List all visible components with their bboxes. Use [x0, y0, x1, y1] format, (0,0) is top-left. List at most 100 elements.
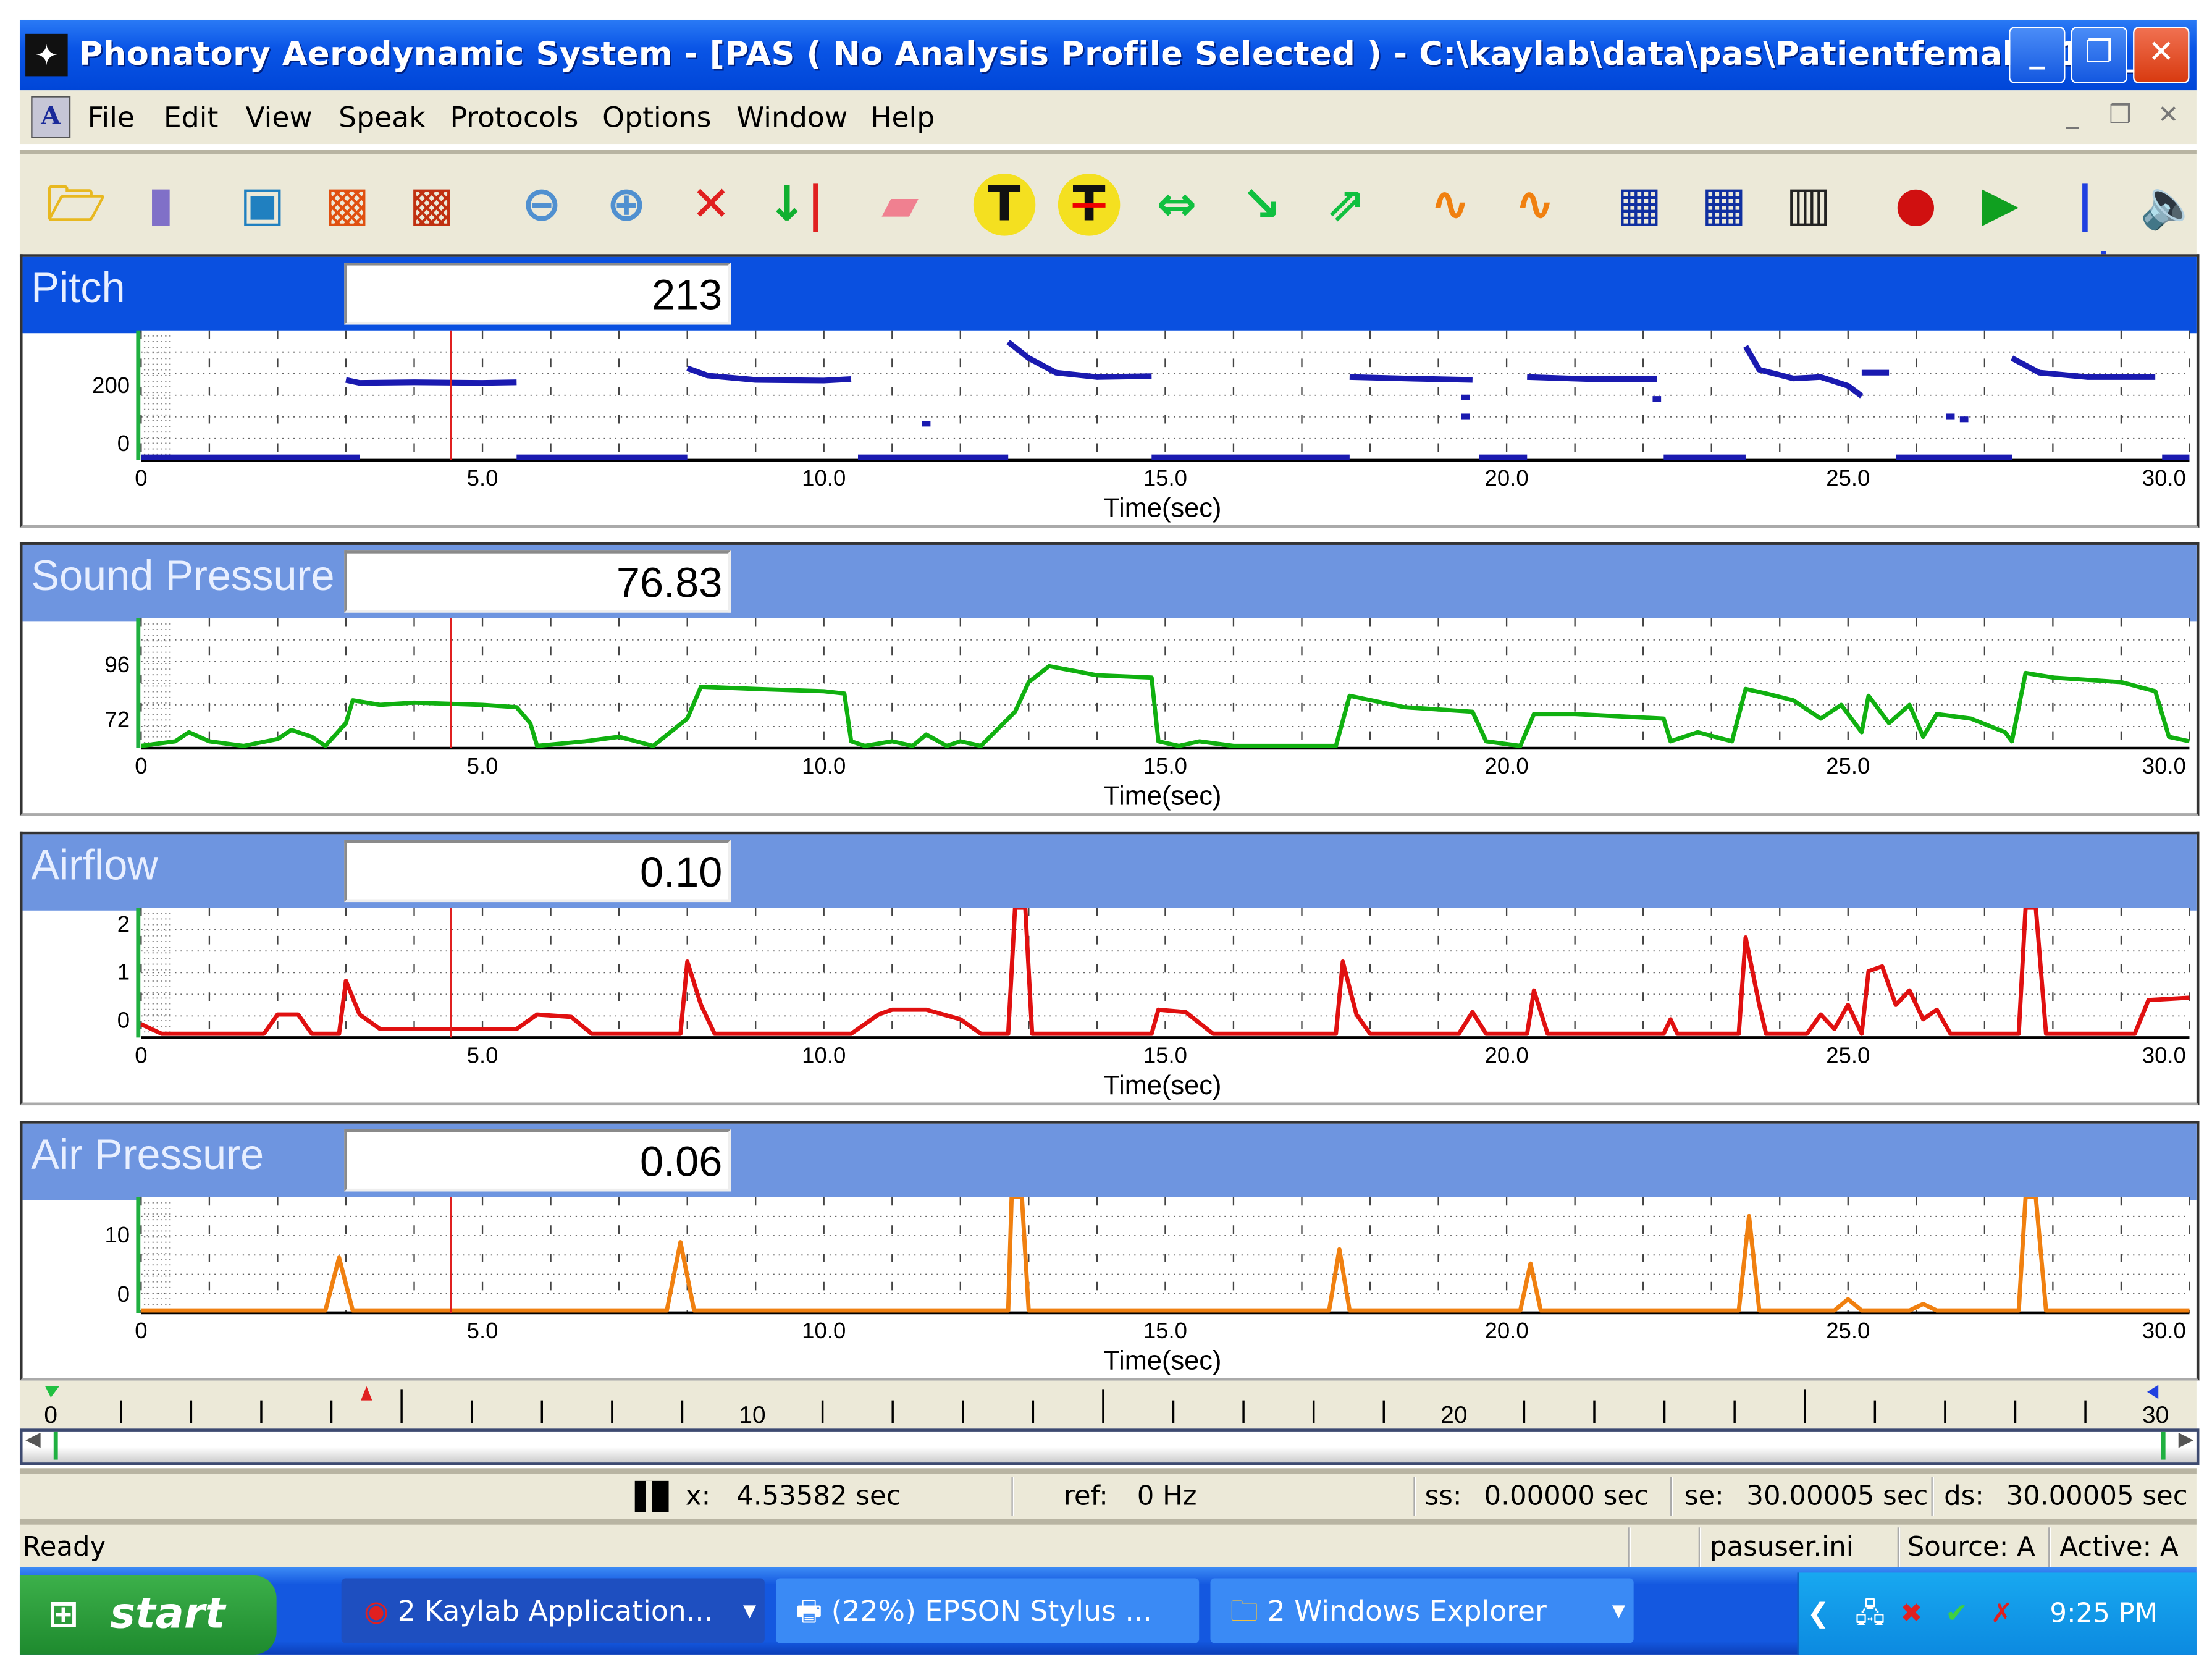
data-point	[1461, 413, 1470, 420]
x-tick-label: 25.0	[1826, 465, 1870, 491]
minimize-button[interactable]: _	[2009, 27, 2066, 83]
doc-minimize-button[interactable]: _	[2051, 96, 2094, 135]
air-pressure-value-field[interactable]: 0.06	[344, 1129, 731, 1192]
x-tick-label: 25.0	[1826, 1043, 1870, 1068]
grid-view-icon[interactable]: ▥	[1775, 171, 1843, 238]
zoom-in-icon[interactable]: ⊕	[592, 171, 660, 238]
selection-end-handle[interactable]	[2161, 1431, 2166, 1460]
data-point	[922, 421, 931, 427]
speaker-icon[interactable]: 🔈	[2136, 171, 2204, 238]
scroll-left-icon[interactable]: ◀	[25, 1428, 41, 1451]
capture-file-icon[interactable]: ▩	[313, 171, 381, 238]
menu-options[interactable]: Options	[602, 90, 711, 144]
x-tick-label: 5.0	[467, 465, 498, 491]
y-tick-label: 200	[92, 373, 130, 398]
eraser-icon[interactable]: ▰	[866, 171, 934, 238]
start-button[interactable]: ⊞ start	[19, 1575, 277, 1655]
x-tick-label: 30.0	[2142, 1318, 2186, 1343]
start-label: start	[110, 1589, 225, 1639]
tray-expand-icon[interactable]: ❮	[1807, 1572, 1830, 1655]
data-point	[1461, 394, 1470, 400]
peak-down-icon[interactable]: ∿	[1501, 171, 1569, 238]
open-folder-icon[interactable]: 🗁	[43, 171, 111, 238]
capture-save-icon[interactable]: ▩	[398, 171, 466, 238]
update-icon[interactable]: ✔	[1945, 1572, 1967, 1655]
security-alert-icon[interactable]: ✖	[1900, 1572, 1922, 1655]
network-icon[interactable]: 🖧	[1855, 1572, 1885, 1655]
data-trace	[345, 377, 517, 386]
zoom-out-icon[interactable]: ⊖	[508, 171, 576, 238]
close-button[interactable]: ✕	[2133, 27, 2190, 83]
menu-file[interactable]: File	[88, 90, 135, 144]
x-tick-label: 10.0	[802, 1043, 846, 1068]
printer-icon: 🖶	[796, 1593, 823, 1628]
horizontal-scrollbar[interactable]: ◀ ▶	[19, 1428, 2200, 1465]
start-marker-icon	[45, 1386, 59, 1398]
task-label: 2 Windows Explorer	[1267, 1593, 1547, 1628]
taskbar-item-kaylab[interactable]: ◉ 2 Kaylab Application... ▼	[341, 1578, 765, 1643]
y-tick-label: 10	[104, 1222, 130, 1247]
taskbar-item-printer[interactable]: 🖶 (22%) EPSON Stylus ...	[776, 1578, 1200, 1643]
menu-view[interactable]: View	[245, 90, 312, 144]
status-icon[interactable]: ✗	[1990, 1572, 2012, 1655]
menu-edit[interactable]: Edit	[164, 90, 218, 144]
sound-pressure-value-field[interactable]: 76.83	[344, 550, 731, 613]
clock: 9:25 PM	[2050, 1598, 2158, 1629]
unlink-icon[interactable]: ⇗	[1312, 171, 1380, 238]
airflow-chart[interactable]: 2 1 00 5.0 10.0 15.0 20.0 25.0 30.0 Time(sec)	[0, 908, 2212, 1105]
pitch-value-field[interactable]: 213	[344, 262, 731, 325]
ds-label: ds:	[1944, 1480, 1984, 1512]
ini-file: pasuser.ini	[1709, 1532, 1854, 1563]
text-off-icon[interactable]: T	[1058, 174, 1121, 236]
graph-view-icon[interactable]: ▦	[1605, 171, 1673, 238]
scroll-right-icon[interactable]: ▶	[2179, 1428, 2194, 1451]
air-pressure-chart[interactable]: 10 00 5.0 10.0 15.0 20.0 25.0 30.0 Time(sec)	[0, 1197, 2212, 1381]
x-tick-label: 0	[135, 1043, 147, 1068]
x-tick-label: 0	[135, 465, 147, 491]
insert-marker-icon[interactable]: ↓|	[762, 171, 830, 238]
move-diagonal-icon[interactable]: ↘	[1227, 171, 1295, 238]
app-icon[interactable]: ✦	[25, 33, 68, 77]
doc-restore-button[interactable]: ❐	[2099, 96, 2142, 135]
document-icon[interactable]: A	[31, 96, 71, 138]
menu-speak[interactable]: Speak	[339, 90, 426, 144]
sound-pressure-chart[interactable]: 96 720 5.0 10.0 15.0 20.0 25.0 30.0 Time(sec)	[0, 618, 2212, 816]
x-tick-label: 10.0	[802, 753, 846, 778]
menu-protocols[interactable]: Protocols	[450, 90, 579, 144]
panel-title: Sound Pressure	[31, 553, 335, 601]
delete-icon[interactable]: ✕	[677, 171, 745, 238]
menu-help[interactable]: Help	[870, 90, 935, 144]
expand-horizontal-icon[interactable]: ⇔	[1143, 171, 1211, 238]
menu-window[interactable]: Window	[736, 90, 847, 144]
x-axis-label: Time(sec)	[1103, 1071, 1221, 1100]
table-view-icon[interactable]: ▦	[1690, 171, 1758, 238]
x-axis-label: Time(sec)	[1103, 781, 1221, 811]
time-ruler[interactable]: 0 10 20 30	[19, 1380, 2197, 1429]
play-to-end-icon[interactable]: |▶|	[2051, 171, 2119, 301]
x-tick-label: 25.0	[1826, 1318, 1870, 1343]
kaylab-icon: ◉	[364, 1593, 389, 1628]
taskbar-item-explorer[interactable]: 🗀 2 Windows Explorer ▼	[1210, 1578, 1634, 1643]
save-icon[interactable]: ▮	[127, 171, 195, 238]
record-icon[interactable]: ●	[1882, 171, 1950, 238]
window-title: Phonatory Aerodynamic System - [PAS ( No…	[78, 36, 2176, 74]
capture-device-icon[interactable]: ▣	[229, 171, 296, 238]
airflow-value-field[interactable]: 0.10	[344, 840, 731, 903]
pause-icon	[634, 1480, 652, 1512]
restore-button[interactable]: ❐	[2071, 27, 2127, 83]
selection-start-handle[interactable]	[53, 1431, 58, 1460]
x-tick-label: 25.0	[1826, 753, 1870, 778]
x-tick-label: 5.0	[467, 1318, 498, 1343]
peak-up-icon[interactable]: ∿	[1416, 171, 1484, 238]
x-tick-label: 0	[135, 1318, 147, 1343]
title-bar: ✦ Phonatory Aerodynamic System - [PAS ( …	[19, 19, 2197, 91]
play-icon[interactable]: ▶	[1967, 171, 2035, 238]
ds-value: 30.00005 sec	[2006, 1480, 2188, 1512]
task-label: (22%) EPSON Stylus ...	[831, 1593, 1152, 1628]
pitch-chart[interactable]: 200 00 5.0 10.0 15.0 20.0 25.0 30.0 Time(sec)	[0, 330, 2212, 528]
x-tick-label: 20.0	[1485, 1043, 1529, 1068]
x-tick-label: 10.0	[802, 465, 846, 491]
text-on-icon[interactable]: T	[973, 174, 1036, 236]
y-tick-label: 1	[117, 959, 130, 985]
doc-close-button[interactable]: ✕	[2147, 96, 2190, 135]
